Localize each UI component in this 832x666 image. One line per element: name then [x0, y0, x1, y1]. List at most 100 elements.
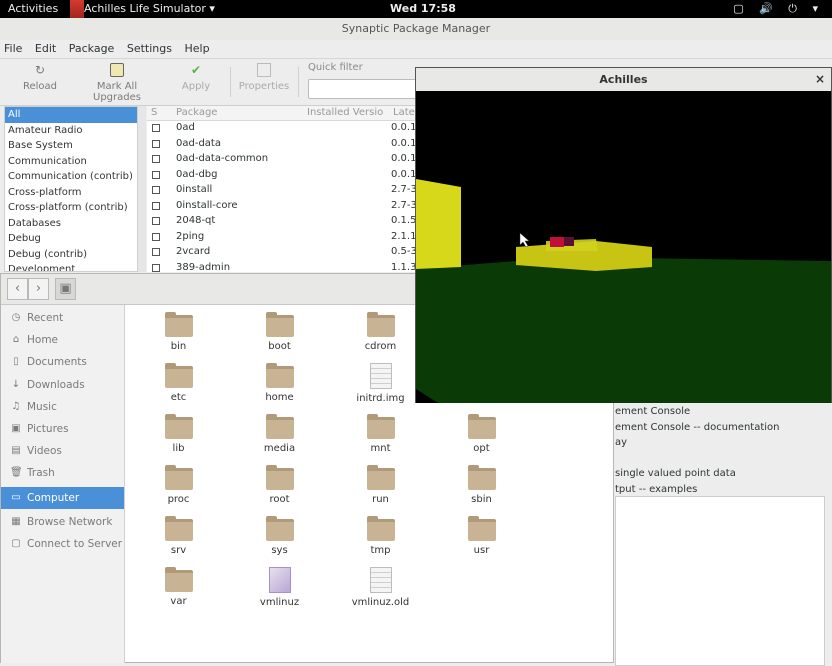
description-line: ement Console — [615, 406, 691, 417]
category-item[interactable]: Cross-platform (contrib) — [5, 200, 137, 216]
folder-item[interactable]: var — [128, 567, 229, 607]
category-item[interactable]: All — [5, 107, 137, 123]
table-row[interactable]: 0ad 0.0.1 — [147, 121, 417, 137]
sidebar-item-trash[interactable]: 🗑 Trash — [1, 462, 124, 484]
sidebar-item-browse-network[interactable]: ▦ Browse Network — [1, 511, 124, 533]
category-item[interactable]: Amateur Radio — [5, 123, 137, 139]
quick-filter-input[interactable] — [308, 79, 418, 99]
folder-item[interactable]: etc — [128, 363, 229, 403]
package-checkbox[interactable] — [152, 248, 160, 256]
folder-item[interactable]: proc — [128, 465, 229, 505]
sidebar-item-music[interactable]: ♫ Music — [1, 396, 124, 418]
package-checkbox[interactable] — [152, 139, 160, 148]
chevron-left-icon: ‹ — [14, 281, 21, 296]
category-item[interactable]: Development — [5, 262, 137, 271]
package-checkbox[interactable] — [152, 201, 160, 210]
package-checkbox[interactable] — [152, 263, 160, 272]
package-checkbox[interactable] — [152, 155, 160, 163]
reload-button[interactable]: ↻ Reload — [22, 63, 58, 92]
sidebar-item-recent[interactable]: ◷ Recent — [1, 307, 124, 329]
category-item[interactable]: Debug (contrib) — [5, 247, 137, 263]
places-sidebar: ◷ Recent ⌂ Home ▯ Documents ↓ Downloads ♫ Mus… — [1, 305, 125, 663]
column-status[interactable]: S — [151, 107, 157, 118]
table-row[interactable]: 2048-qt 0.1.5 — [147, 214, 417, 230]
table-row[interactable]: 0ad-dbg 0.0.1 — [147, 168, 417, 184]
sidebar-item-videos[interactable]: ▤ Videos — [1, 440, 124, 462]
back-button[interactable]: ‹ — [7, 278, 28, 300]
sidebar-item-documents[interactable]: ▯ Documents — [1, 351, 124, 373]
folder-icon — [467, 465, 496, 490]
package-checkbox[interactable] — [152, 217, 160, 225]
menu-edit[interactable]: Edit — [35, 40, 56, 58]
sidebar-item-connect-to-server[interactable]: ▢ Connect to Server — [1, 533, 124, 555]
apply-button[interactable]: ✔ Apply — [180, 63, 212, 92]
folder-item[interactable]: opt — [431, 414, 532, 454]
column-package[interactable]: Package — [176, 107, 217, 118]
sidebar-item-home[interactable]: ⌂ Home — [1, 329, 124, 351]
simulation-viewport[interactable] — [416, 91, 831, 403]
category-scrollbar[interactable] — [138, 106, 146, 272]
folder-item[interactable]: srv — [128, 516, 229, 556]
column-latest-version[interactable]: Late — [393, 107, 415, 118]
sidebar-item-downloads[interactable]: ↓ Downloads — [1, 374, 124, 396]
category-item[interactable]: Base System — [5, 138, 137, 154]
menu-help[interactable]: Help — [184, 40, 209, 58]
folder-item[interactable]: home — [229, 363, 330, 403]
app-icon — [70, 0, 84, 18]
folder-item[interactable]: bin — [128, 312, 229, 352]
close-icon[interactable]: × — [815, 68, 825, 91]
table-row[interactable]: 2vcard 0.5-3 — [147, 245, 417, 261]
sidebar-item-computer[interactable]: ▭ Computer — [1, 486, 124, 509]
mark-all-upgrades-button[interactable]: Mark All Upgrades — [72, 63, 162, 103]
folder-item[interactable]: boot — [229, 312, 330, 352]
folder-item[interactable]: sys — [229, 516, 330, 556]
menu-file[interactable]: File — [4, 40, 22, 58]
table-row[interactable]: 389-admin 1.1.3 — [147, 261, 417, 272]
table-row[interactable]: 2ping 2.1.1 — [147, 230, 417, 246]
table-row[interactable]: 0install 2.7-3 — [147, 183, 417, 199]
category-item[interactable]: Debug — [5, 231, 137, 247]
package-checkbox[interactable] — [152, 124, 160, 132]
package-checkbox[interactable] — [152, 232, 160, 241]
upgrade-icon — [110, 63, 124, 77]
category-item[interactable]: Cross-platform — [5, 185, 137, 201]
table-row[interactable]: 0ad-data-common 0.0.1 — [147, 152, 417, 168]
recent-icon: ◷ — [11, 312, 21, 323]
app-menu[interactable]: Achilles Life Simulator ▾ — [84, 2, 215, 15]
package-version: 0.0.1 — [391, 122, 417, 133]
folder-item[interactable]: root — [229, 465, 330, 505]
category-item[interactable]: Communication (contrib) — [5, 169, 137, 185]
activities-button[interactable]: Activities — [8, 2, 58, 15]
file-item[interactable]: vmlinuz.old — [330, 567, 431, 608]
file-item[interactable]: vmlinuz — [229, 567, 330, 608]
item-name: tmp — [370, 545, 391, 556]
menu-settings[interactable]: Settings — [127, 40, 172, 58]
folder-item[interactable]: mnt — [330, 414, 431, 454]
folder-item[interactable]: usr — [431, 516, 532, 556]
clock[interactable]: Wed 17:58 — [390, 2, 456, 15]
location-computer-button[interactable]: ▣ — [55, 278, 76, 300]
folder-item[interactable]: sbin — [431, 465, 532, 505]
folder-item[interactable]: run — [330, 465, 431, 505]
table-row[interactable]: 0ad-data 0.0.1 — [147, 137, 417, 153]
properties-button[interactable]: Properties — [238, 63, 290, 92]
package-table: S Package Installed Versio Late 0ad 0.0.1… — [147, 106, 417, 272]
folder-item[interactable]: media — [229, 414, 330, 454]
sidebar-item-label: Computer — [27, 491, 80, 504]
package-checkbox[interactable] — [152, 186, 160, 194]
forward-button[interactable]: › — [28, 278, 49, 300]
folder-item[interactable]: lib — [128, 414, 229, 454]
table-row[interactable]: 0install-core 2.7-3 — [147, 199, 417, 215]
category-item[interactable]: Communication — [5, 154, 137, 170]
system-tray[interactable]: ▢ 🔊 ⏻ ▾ — [733, 2, 824, 16]
column-installed-version[interactable]: Installed Versio — [307, 107, 383, 118]
folder-item[interactable]: tmp — [330, 516, 431, 556]
folder-icon — [164, 516, 193, 541]
package-name: 0ad-data-common — [176, 153, 269, 164]
sidebar-item-pictures[interactable]: ▣ Pictures — [1, 418, 124, 440]
package-checkbox[interactable] — [152, 170, 160, 179]
category-item[interactable]: Databases — [5, 216, 137, 232]
menu-package[interactable]: Package — [69, 40, 115, 58]
package-name: 0install — [176, 184, 213, 195]
folder-icon — [164, 363, 193, 388]
